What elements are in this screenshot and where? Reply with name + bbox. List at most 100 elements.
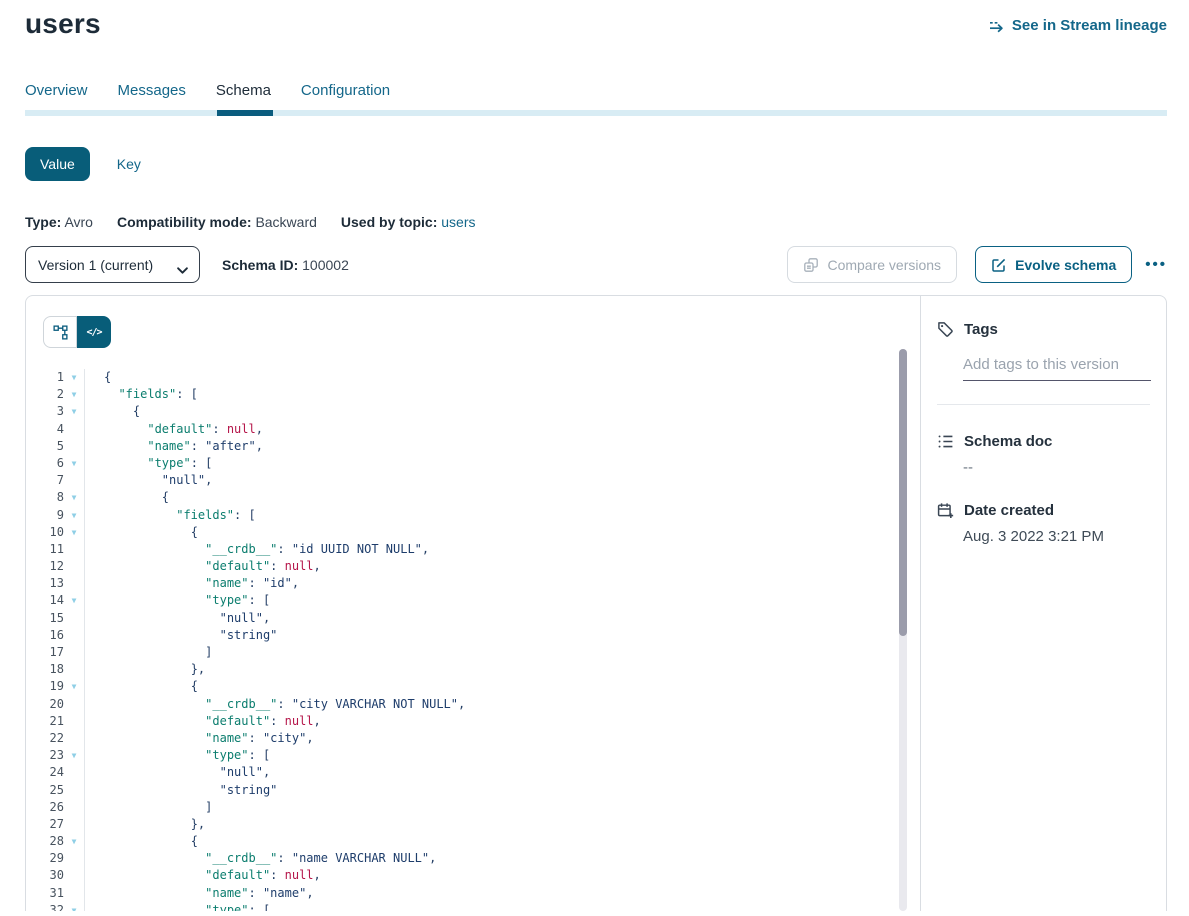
add-tags-input[interactable]	[963, 352, 1151, 381]
code-text: "default": null,	[85, 713, 321, 730]
line-number: 20	[26, 696, 64, 713]
editor-scrollbar-thumb[interactable]	[899, 349, 907, 636]
tags-heading-row: Tags	[937, 321, 1150, 338]
code-line: 16"string"	[26, 627, 920, 644]
meta-type: Type: Avro	[25, 214, 93, 230]
code-view-button[interactable]: </>	[77, 316, 111, 348]
code-line: 7"null",	[26, 472, 920, 489]
stream-lineage-icon	[988, 18, 1005, 34]
line-number: 31	[26, 885, 64, 902]
fold-toggle-icon[interactable]: ▼	[64, 489, 85, 506]
line-number: 23	[26, 747, 64, 764]
fold-spacer	[64, 558, 85, 575]
fold-toggle-icon[interactable]: ▼	[64, 507, 85, 524]
code-text: "fields": [	[85, 507, 256, 524]
code-line: 27},	[26, 816, 920, 833]
line-number: 3	[26, 403, 64, 420]
stream-lineage-label: See in Stream lineage	[1012, 17, 1167, 34]
code-text: "string"	[85, 782, 277, 799]
fold-toggle-icon[interactable]: ▼	[64, 902, 85, 911]
fold-spacer	[64, 438, 85, 455]
code-text: "default": null,	[85, 421, 263, 438]
calendar-plus-icon	[937, 502, 954, 519]
code-line: 6▼"type": [	[26, 455, 920, 472]
code-line: 1▼{	[26, 369, 920, 386]
evolve-schema-label: Evolve schema	[1015, 257, 1116, 273]
code-line: 8▼{	[26, 489, 920, 506]
code-line: 2▼"fields": [	[26, 386, 920, 403]
line-number: 16	[26, 627, 64, 644]
value-key-toggle: Value Key	[25, 147, 1167, 181]
meta-topic-link[interactable]: users	[441, 214, 475, 230]
tab-underline-track	[25, 110, 1167, 116]
stream-lineage-link[interactable]: See in Stream lineage	[988, 17, 1167, 34]
fold-spacer	[64, 730, 85, 747]
tags-heading: Tags	[964, 321, 998, 338]
key-toggle-button[interactable]: Key	[117, 156, 141, 172]
date-created-heading-row: Date created	[937, 502, 1150, 519]
fold-spacer	[64, 867, 85, 884]
line-number: 5	[26, 438, 64, 455]
schema-meta: Type: Avro Compatibility mode: Backward …	[25, 214, 1167, 230]
code-line: 9▼"fields": [	[26, 507, 920, 524]
tab-messages[interactable]: Messages	[118, 82, 186, 99]
version-select-wrap: Version 1 (current)	[25, 246, 200, 283]
fold-toggle-icon[interactable]: ▼	[64, 747, 85, 764]
line-number: 29	[26, 850, 64, 867]
meta-type-label: Type:	[25, 214, 61, 230]
code-line: 11"__crdb__": "id UUID NOT NULL",	[26, 541, 920, 558]
topic-tabs: Overview Messages Schema Configuration	[25, 82, 1167, 99]
code-line: 21 "default": null,	[26, 713, 920, 730]
fold-toggle-icon[interactable]: ▼	[64, 386, 85, 403]
line-number: 9	[26, 507, 64, 524]
sidebar-divider	[937, 404, 1150, 405]
code-line: 32▼"type": [	[26, 902, 920, 911]
fold-toggle-icon[interactable]: ▼	[64, 678, 85, 695]
tab-schema[interactable]: Schema	[216, 82, 271, 99]
fold-spacer	[64, 850, 85, 867]
schema-sidebar: Tags Schema doc --	[920, 296, 1166, 911]
code-text: {	[85, 369, 111, 386]
meta-used-by-topic: Used by topic: users	[341, 214, 476, 230]
meta-topic-label: Used by topic:	[341, 214, 437, 230]
line-number: 28	[26, 833, 64, 850]
code-text: "type": [	[85, 592, 270, 609]
line-number: 14	[26, 592, 64, 609]
tag-icon	[937, 321, 954, 338]
editor-scrollbar-track	[899, 349, 907, 911]
tab-configuration[interactable]: Configuration	[301, 82, 390, 99]
line-number: 27	[26, 816, 64, 833]
code-text: "__crdb__": "city VARCHAR NOT NULL",	[85, 696, 465, 713]
value-toggle-button[interactable]: Value	[25, 147, 90, 181]
line-number: 21	[26, 713, 64, 730]
tab-overview[interactable]: Overview	[25, 82, 88, 99]
code-line: 14▼"type": [	[26, 592, 920, 609]
fold-toggle-icon[interactable]: ▼	[64, 403, 85, 420]
line-number: 4	[26, 421, 64, 438]
code-text: "name": "city",	[85, 730, 314, 747]
schema-doc-heading-row: Schema doc	[937, 433, 1150, 450]
evolve-schema-button[interactable]: Evolve schema	[975, 246, 1132, 283]
line-number: 11	[26, 541, 64, 558]
code-line: 19▼{	[26, 678, 920, 695]
code-line: 26]	[26, 799, 920, 816]
tab-active-indicator	[217, 110, 273, 116]
code-line: 31"name": "name",	[26, 885, 920, 902]
code-line: 24"null",	[26, 764, 920, 781]
fold-toggle-icon[interactable]: ▼	[64, 592, 85, 609]
tree-view-button[interactable]	[43, 316, 77, 348]
fold-toggle-icon[interactable]: ▼	[64, 369, 85, 386]
more-actions-button[interactable]: •••	[1145, 256, 1167, 273]
line-number: 7	[26, 472, 64, 489]
fold-toggle-icon[interactable]: ▼	[64, 833, 85, 850]
code-line: 5"name": "after",	[26, 438, 920, 455]
fold-toggle-icon[interactable]: ▼	[64, 524, 85, 541]
fold-toggle-icon[interactable]: ▼	[64, 455, 85, 472]
evolve-schema-icon	[991, 257, 1007, 273]
version-select[interactable]: Version 1 (current)	[25, 246, 200, 283]
line-number: 26	[26, 799, 64, 816]
code-text: {	[85, 833, 198, 850]
fold-spacer	[64, 575, 85, 592]
fold-spacer	[64, 696, 85, 713]
compare-versions-button[interactable]: Compare versions	[787, 246, 957, 283]
